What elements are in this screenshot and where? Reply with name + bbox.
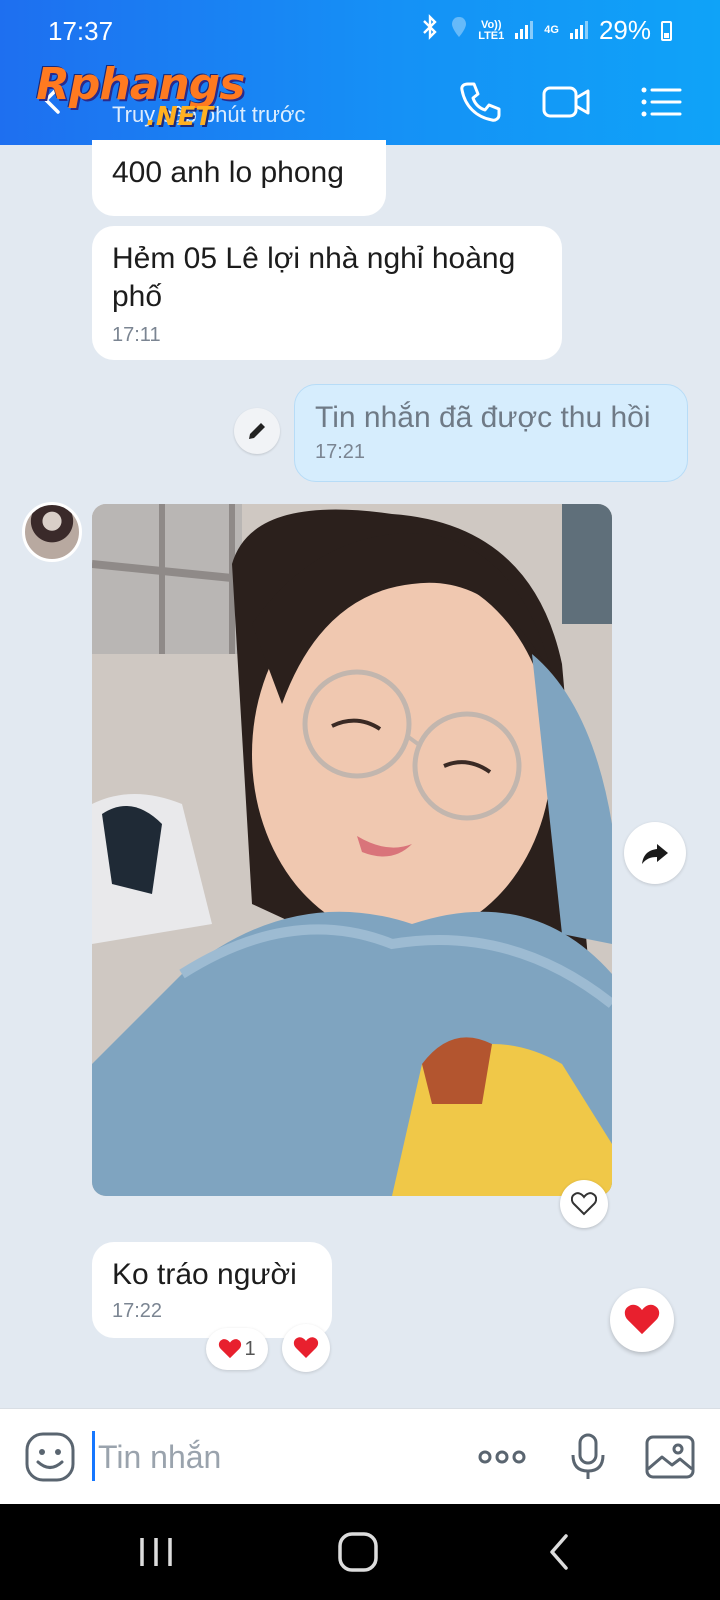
heart-react-button[interactable] [282,1324,330,1372]
recent-apps-icon[interactable] [132,1528,180,1576]
video-call-icon[interactable] [540,76,592,128]
watermark-logo-net: .NET [146,102,214,132]
message-bubble-received[interactable]: 400 anh lo phong [92,140,386,216]
message-bubble-received[interactable]: Hẻm 05 Lê lợi nhà nghỉ hoàng phố 17:11 [92,226,562,360]
message-text: Ko tráo người [112,1258,297,1291]
signal-icon [514,15,534,46]
quick-heart-button[interactable] [610,1288,674,1352]
phone-icon[interactable] [454,76,506,128]
location-icon [450,15,468,46]
recalled-message-text: Tin nhắn đã được thu hồi [315,401,651,434]
message-time: 17:22 [112,1300,163,1322]
battery-icon [661,20,672,41]
status-bar: 17:37 Vo)) LTE1 4G 29% [0,0,720,58]
message-bubble-received[interactable]: Ko tráo người 17:22 [92,1242,332,1338]
message-text: 400 anh lo phong [112,156,344,189]
heart-reaction-icon [219,1339,242,1359]
volte-line2: LTE1 [478,29,505,42]
status-time: 17:37 [48,16,114,46]
message-time: 17:21 [315,441,366,463]
back-nav-icon[interactable] [536,1528,584,1576]
photo-image [92,504,612,1196]
microphone-icon[interactable] [562,1431,614,1483]
chat-header: Truy cập phút trước Rphangs .NET [0,58,720,145]
more-dots-icon[interactable] [476,1431,528,1483]
emoji-icon[interactable] [24,1431,76,1483]
top-bar: 17:37 Vo)) LTE1 4G 29% Truy cập phút trư… [0,0,720,145]
reaction-count-badge[interactable]: 1 [206,1328,268,1370]
network-type: 4G [544,24,559,36]
volte-indicator: Vo)) LTE1 [478,19,505,42]
signal-icon-2 [569,15,589,46]
status-indicators: Vo)) LTE1 4G 29% [420,14,672,47]
heart-icon [293,1337,319,1358]
image-icon[interactable] [644,1431,696,1483]
logo-text: Rphangs [36,59,245,110]
bluetooth-icon [420,14,440,47]
message-bubble-recalled[interactable]: Tin nhắn đã được thu hồi 17:21 [294,384,688,482]
text-cursor [92,1431,95,1481]
watermark-logo: Rphangs [36,59,245,110]
heart-icon [624,1304,660,1335]
home-icon[interactable] [334,1528,382,1576]
message-composer [0,1408,720,1504]
message-time: 17:11 [112,324,161,346]
battery-percent: 29% [598,15,651,45]
message-input[interactable] [98,1429,438,1485]
message-text: Hẻm 05 Lê lợi nhà nghỉ hoàng phố [112,242,516,313]
like-heart-icon[interactable] [560,1180,608,1228]
photo-message[interactable] [92,504,612,1196]
edit-pencil-icon[interactable] [234,408,280,454]
system-nav-bar [0,1504,720,1600]
avatar[interactable] [22,502,82,562]
menu-list-icon[interactable] [636,76,688,128]
reaction-count: 1 [244,1337,256,1360]
forward-share-icon[interactable] [624,822,686,884]
